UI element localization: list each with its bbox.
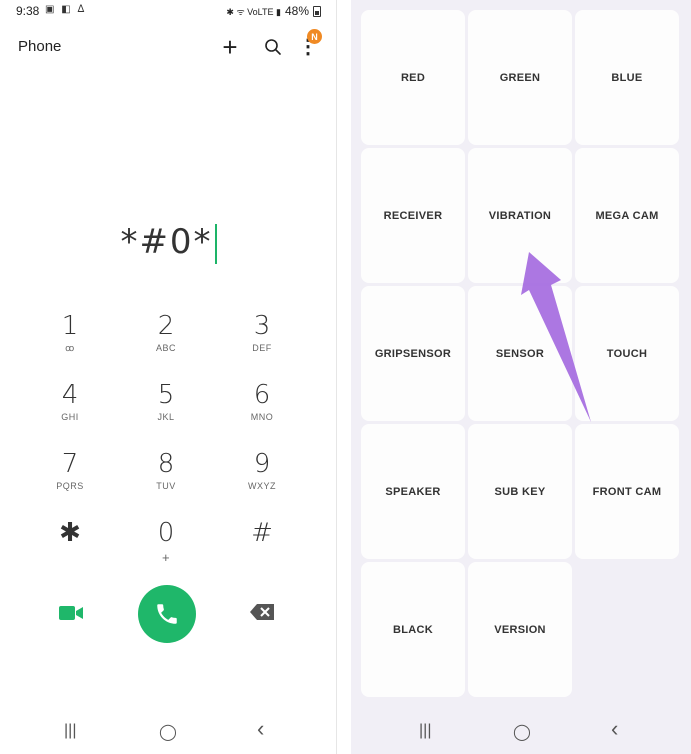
key-digit: ✱	[59, 518, 81, 548]
test-tile-receiver[interactable]: RECEIVER	[361, 148, 465, 283]
key-digit: 1	[61, 311, 79, 341]
navigation-bar: ||| ◯ ‹	[351, 716, 691, 748]
key-digit: 3	[253, 311, 271, 341]
test-tile-front-cam[interactable]: FRONT CAM	[575, 424, 679, 559]
empty-tile	[575, 562, 679, 697]
key-7[interactable]: 7 PQRS	[22, 446, 118, 515]
key-digit: 4	[61, 380, 79, 410]
key-letters: PQRS	[56, 481, 84, 491]
recents-icon[interactable]: |||	[419, 722, 431, 740]
screenshot-comparison: 9:38 ▣ ◧ ᐃ ✱ ᯤ VoLTE ▮ 48% Phone + ⋮ N *…	[0, 0, 691, 754]
app-bar: Phone + ⋮	[0, 30, 337, 62]
key-star[interactable]: ✱	[22, 515, 118, 584]
key-letters: ABC	[155, 343, 176, 353]
test-tile-gripsensor[interactable]: GRIPSENSOR	[361, 286, 465, 421]
signal-icons: ✱ ᯤ VoLTE ▮	[226, 6, 281, 17]
phone-icon	[157, 604, 177, 624]
recents-icon[interactable]: |||	[64, 722, 76, 740]
key-digit: 0	[157, 518, 175, 548]
page-title: Phone	[18, 38, 62, 55]
call-button[interactable]	[138, 585, 196, 643]
status-bar: 9:38 ▣ ◧ ᐃ ✱ ᯤ VoLTE ▮ 48%	[0, 0, 337, 22]
text-cursor	[214, 223, 217, 264]
key-letters: TUV	[156, 481, 176, 491]
add-contact-icon[interactable]: +	[218, 34, 242, 60]
key-digit: 6	[253, 380, 271, 410]
test-tile-black[interactable]: BLACK	[361, 562, 465, 697]
test-tile-sensor[interactable]: SENSOR	[468, 286, 572, 421]
test-tile-touch[interactable]: TOUCH	[575, 286, 679, 421]
home-icon[interactable]: ◯	[513, 722, 531, 742]
key-3[interactable]: 3 DEF	[214, 308, 310, 377]
key-digit: 7	[61, 449, 79, 479]
key-5[interactable]: 5 JKL	[118, 377, 214, 446]
key-letters: JKL	[157, 412, 175, 422]
voicemail-icon: ꝏ	[65, 343, 75, 353]
panel-divider	[337, 0, 351, 754]
test-tile-sub-key[interactable]: SUB KEY	[468, 424, 572, 559]
back-icon[interactable]: ‹	[257, 716, 264, 742]
key-digit: 2	[157, 311, 175, 341]
battery-percent: 48%	[284, 4, 309, 18]
key-9[interactable]: 9 WXYZ	[214, 446, 310, 515]
test-tile-speaker[interactable]: SPEAKER	[361, 424, 465, 559]
video-call-icon[interactable]	[58, 603, 84, 623]
search-icon[interactable]	[261, 35, 285, 59]
dial-keypad: 1ꝏ 2 ABC 3 DEF 4 GHI 5 JKL 6 MNO 7 PQRS 8 TUV 9…	[22, 308, 312, 584]
key-letters: +	[161, 550, 171, 565]
key-letters: WXYZ	[248, 481, 276, 491]
key-letters: DEF	[252, 343, 272, 353]
key-letters: MNO	[250, 412, 274, 422]
key-digit: 9	[253, 449, 271, 479]
status-right-group: ✱ ᯤ VoLTE ▮ 48%	[226, 4, 321, 18]
test-tile-vibration[interactable]: VIBRATION	[468, 148, 572, 283]
key-digit: #	[251, 518, 273, 548]
key-8[interactable]: 8 TUV	[118, 446, 214, 515]
key-letters: GHI	[61, 412, 79, 422]
test-menu-screen: RED GREEN BLUE RECEIVER VIBRATION MEGA C…	[351, 0, 691, 754]
key-0[interactable]: 0 +	[118, 515, 214, 584]
home-icon[interactable]: ◯	[159, 722, 177, 742]
key-1[interactable]: 1ꝏ	[22, 308, 118, 377]
key-6[interactable]: 6 MNO	[214, 377, 310, 446]
test-tile-red[interactable]: RED	[361, 10, 465, 145]
notification-icons: ▣ ◧ ᐃ	[45, 4, 87, 15]
key-2[interactable]: 2 ABC	[118, 308, 214, 377]
key-4[interactable]: 4 GHI	[22, 377, 118, 446]
navigation-bar: ||| ◯ ‹	[0, 716, 337, 748]
key-digit: 8	[157, 449, 175, 479]
dialed-number-display[interactable]: *#0*	[0, 222, 337, 264]
test-tile-green[interactable]: GREEN	[468, 10, 572, 145]
notification-badge: N	[307, 29, 322, 44]
test-tile-blue[interactable]: BLUE	[575, 10, 679, 145]
key-hash[interactable]: #	[214, 515, 310, 584]
test-menu-grid: RED GREEN BLUE RECEIVER VIBRATION MEGA C…	[361, 10, 683, 697]
battery-icon	[313, 5, 321, 17]
dialer-screen: 9:38 ▣ ◧ ᐃ ✱ ᯤ VoLTE ▮ 48% Phone + ⋮ N *…	[0, 0, 337, 754]
dialer-action-row	[0, 584, 337, 644]
key-digit: 5	[157, 380, 175, 410]
back-icon[interactable]: ‹	[611, 716, 618, 742]
backspace-icon[interactable]	[249, 602, 276, 622]
dialed-number: *#0*	[120, 222, 213, 262]
status-time: 9:38	[16, 4, 40, 18]
test-tile-version[interactable]: VERSION	[468, 562, 572, 697]
test-tile-mega-cam[interactable]: MEGA CAM	[575, 148, 679, 283]
